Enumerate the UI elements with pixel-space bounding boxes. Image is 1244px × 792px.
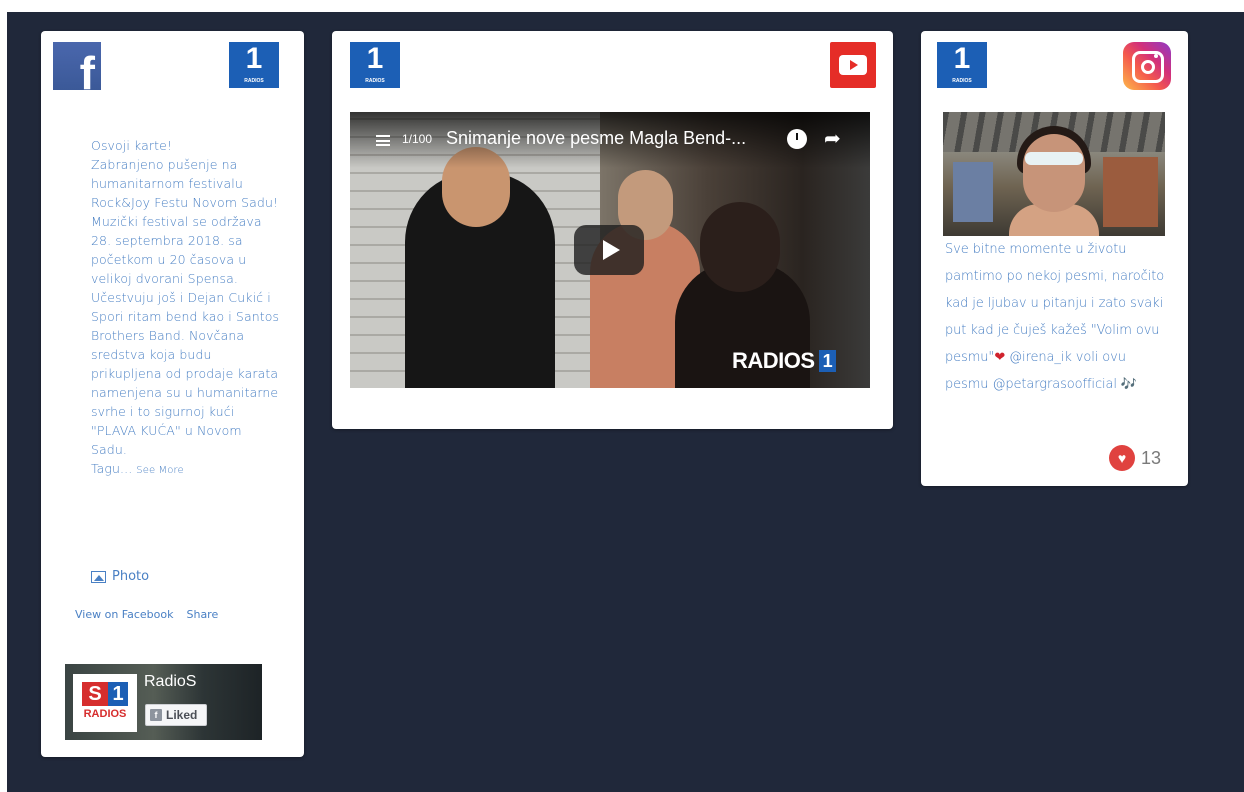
facebook-page-plugin[interactable]: S 1 RADIOS RadioS f Liked bbox=[65, 664, 262, 740]
radio-s1-logo[interactable]: 1 RADIOS bbox=[937, 42, 987, 88]
heart-emoji-icon: ❤ bbox=[994, 350, 1006, 365]
youtube-icon[interactable] bbox=[830, 42, 876, 88]
page-name[interactable]: RadioS bbox=[144, 673, 196, 691]
facebook-post-text: Osvoji karte! Zabranjeno pušenje na huma… bbox=[91, 136, 281, 480]
post-line: Muzički festival se održava 28. septembr… bbox=[91, 214, 280, 457]
instagram-post-card: 1 RADIOS Sve bitne momente u životu pamt… bbox=[921, 31, 1188, 486]
video-title[interactable]: Snimanje nove pesme Magla Bend-... bbox=[446, 128, 746, 149]
liked-button[interactable]: f Liked bbox=[145, 704, 207, 726]
instagram-icon[interactable] bbox=[1123, 42, 1171, 90]
instagram-like-count[interactable]: ♥ 13 bbox=[1109, 445, 1161, 471]
watch-later-icon[interactable] bbox=[787, 129, 807, 149]
view-on-facebook-link[interactable]: View on Facebook bbox=[75, 608, 173, 621]
video-watermark: RADIOS 1 bbox=[732, 348, 837, 374]
playlist-icon[interactable] bbox=[376, 135, 390, 146]
post-truncated: Tagu... bbox=[91, 461, 133, 476]
photo-label: Photo bbox=[112, 569, 150, 584]
image-icon bbox=[91, 570, 106, 583]
facebook-icon[interactable]: f bbox=[53, 42, 101, 96]
post-line: Zabranjeno pušenje na humanitarnom festi… bbox=[91, 157, 279, 210]
post-line: Osvoji karte! bbox=[91, 138, 173, 153]
youtube-video-player[interactable]: 1/100 Snimanje nove pesme Magla Bend-...… bbox=[350, 112, 870, 388]
radio-s1-logo[interactable]: 1 RADIOS bbox=[229, 42, 279, 88]
playlist-position: 1/100 bbox=[402, 132, 433, 146]
like-count: 13 bbox=[1141, 447, 1162, 468]
music-notes-emoji-icon: 🎶 bbox=[1120, 377, 1138, 392]
instagram-caption: Sve bitne momente u životu pamtimo po ne… bbox=[945, 242, 1165, 392]
heart-icon[interactable]: ♥ bbox=[1109, 445, 1135, 471]
photo-attachment-link[interactable]: Photo bbox=[91, 569, 149, 584]
facebook-like-icon: f bbox=[150, 709, 162, 721]
facebook-post-links: View on Facebook Share bbox=[75, 608, 218, 621]
share-arrow-icon[interactable]: ➦ bbox=[824, 126, 841, 150]
instagram-post-image[interactable] bbox=[943, 112, 1165, 236]
play-button[interactable] bbox=[574, 225, 644, 275]
share-link[interactable]: Share bbox=[186, 608, 218, 621]
see-more-link[interactable]: See More bbox=[136, 465, 183, 476]
facebook-post-card: f 1 RADIOS Osvoji karte! Zabranjeno puše… bbox=[41, 31, 304, 757]
radios-page-avatar[interactable]: S 1 RADIOS bbox=[73, 674, 137, 732]
youtube-post-card: 1 RADIOS 1/100 Snimanje nove pesme Magla… bbox=[332, 31, 893, 429]
radio-s1-logo[interactable]: 1 RADIOS bbox=[350, 42, 400, 88]
